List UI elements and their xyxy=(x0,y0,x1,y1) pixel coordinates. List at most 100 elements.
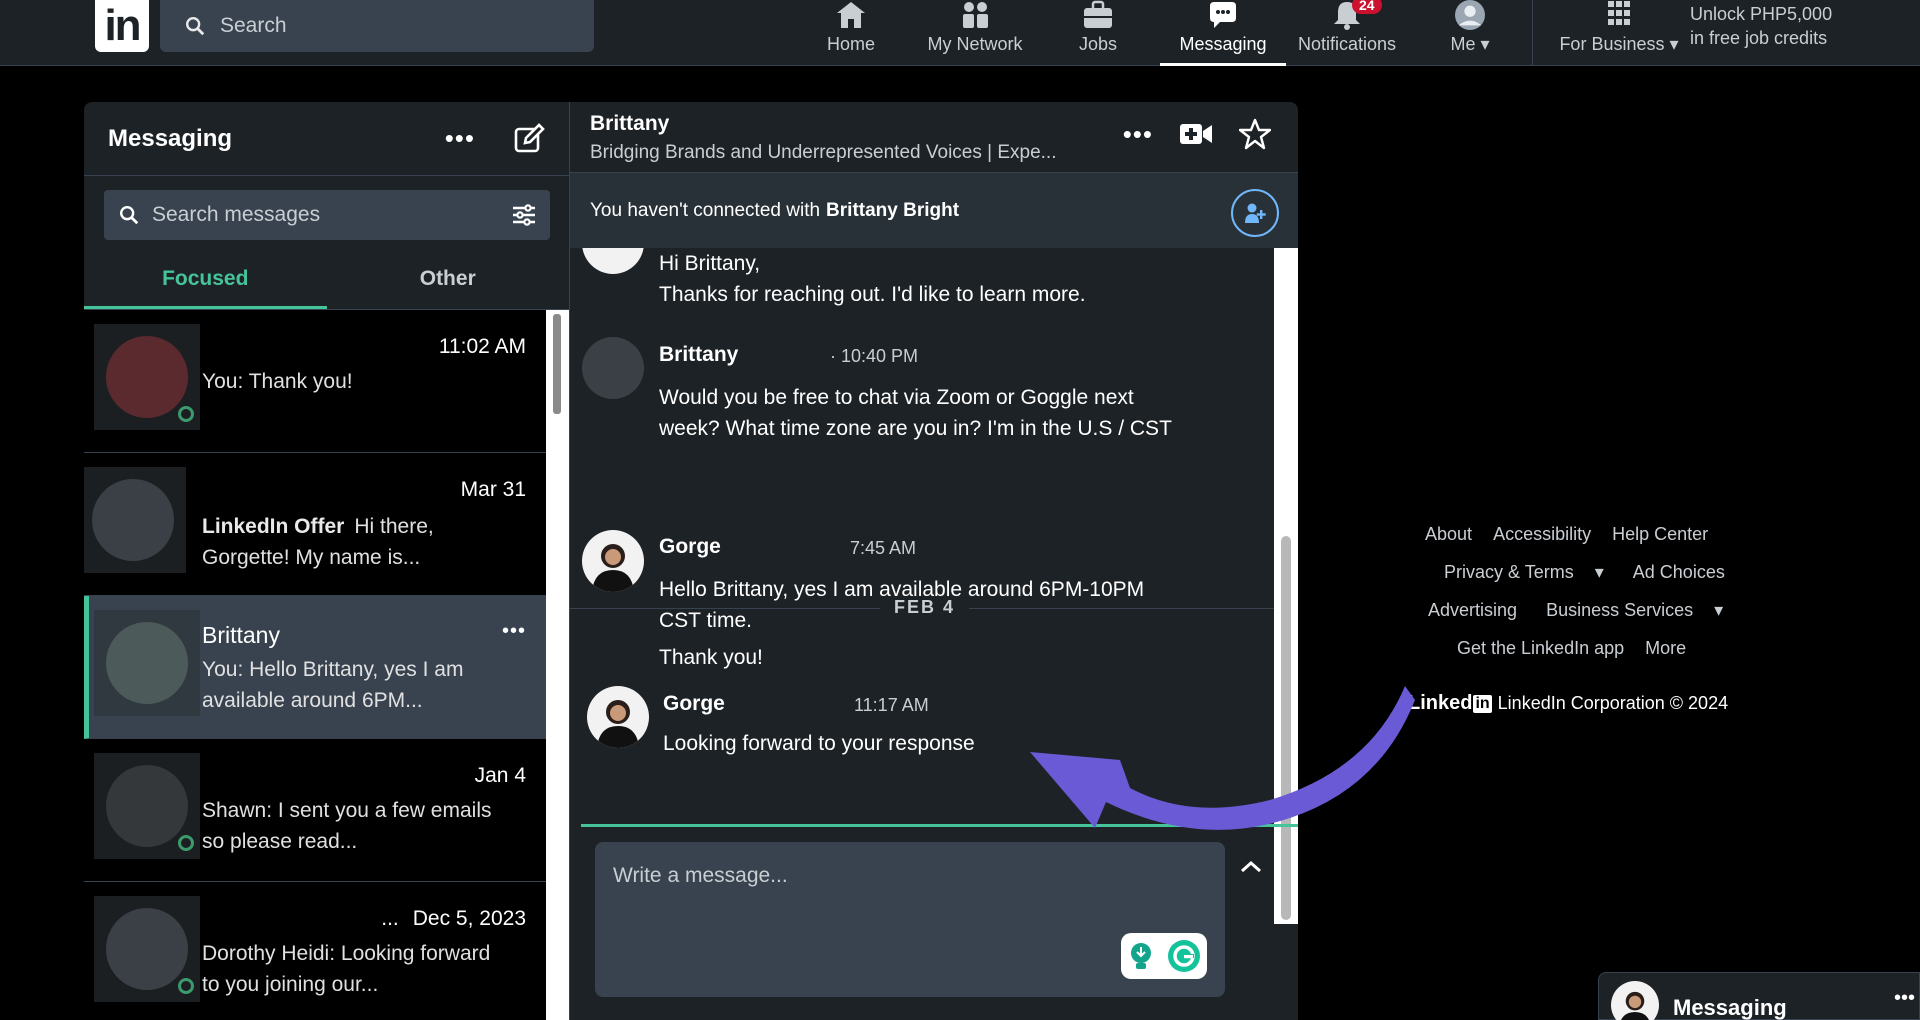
grammarly-icon xyxy=(1168,940,1200,972)
linkedin-wordmark-box: in xyxy=(1473,694,1492,713)
conversation-list-scrollbar[interactable] xyxy=(546,310,569,1020)
footer-link-privacy-terms[interactable]: Privacy & Terms ▾ xyxy=(1436,562,1612,582)
online-status-icon xyxy=(178,835,194,851)
conversation-snippet: Shawn: I sent you a few emails so please… xyxy=(202,799,492,853)
footer-link-help-center[interactable]: Help Center xyxy=(1612,524,1708,544)
conversation-time: Jan 4 xyxy=(474,764,526,787)
conversation-name: Brittany xyxy=(202,622,280,648)
footer-link-advertising[interactable]: Advertising xyxy=(1428,600,1517,620)
minimized-messaging-bar[interactable]: Messaging ••• xyxy=(1598,972,1920,1020)
copyright-text: LinkedIn Corporation © 2024 xyxy=(1497,693,1729,713)
conversation-options-icon[interactable]: ••• xyxy=(502,620,526,643)
nav-label-home: Home xyxy=(826,34,875,54)
messaging-header: Messaging ••• xyxy=(84,102,569,176)
profile-avatar-icon xyxy=(1455,0,1485,30)
message-compose-box[interactable] xyxy=(595,842,1225,997)
nav-label-jobs: Jobs xyxy=(1078,34,1118,54)
search-icon xyxy=(186,17,205,36)
nav-divider xyxy=(1532,0,1533,66)
thread-scroll-thumb[interactable] xyxy=(1281,536,1291,920)
messaging-icon xyxy=(1210,2,1236,28)
messaging-title: Messaging xyxy=(108,124,233,152)
conversation-list: 11:02 AM You: Thank you! Mar 31 LinkedIn… xyxy=(84,310,546,1020)
linkedin-wordmark: Linked xyxy=(1408,692,1473,714)
conversation-item-selected[interactable]: Brittany ••• You: Hello Brittany, yes I … xyxy=(84,596,546,739)
star-icon[interactable] xyxy=(1239,118,1271,150)
sponsored-label: LinkedIn Offer xyxy=(202,515,345,538)
nav-label-me: Me ▾ xyxy=(1450,34,1490,54)
conversation-snippet: Dorothy Heidi: Looking forward to you jo… xyxy=(202,942,491,996)
compose-focus-indicator xyxy=(581,824,1298,827)
connection-banner: You haven't connected with Brittany Brig… xyxy=(570,172,1298,248)
more-options-icon[interactable]: ••• xyxy=(1894,987,1915,1010)
nav-item-my-network[interactable]: My Network xyxy=(918,0,1032,66)
chevron-down-icon: ▾ xyxy=(1669,34,1679,54)
conversation-item[interactable]: Mar 31 LinkedIn Offer Hi there, Gorgette!… xyxy=(84,453,546,596)
nav-label-notifications: Notifications xyxy=(1297,34,1397,54)
tab-other[interactable]: Other xyxy=(327,252,570,309)
more-options-icon[interactable]: ••• xyxy=(445,123,475,154)
message-sender-name[interactable]: Gorge xyxy=(663,692,725,716)
conversation-snippet: LinkedIn Offer Hi there, Gorgette! My nam… xyxy=(202,515,434,569)
conversation-snippet: You: Thank you! xyxy=(202,370,353,393)
message-text: Looking forward to your response xyxy=(663,732,975,755)
nav-item-notifications[interactable]: 24 Notifications xyxy=(1290,0,1404,66)
conversation-snippet: You: Hello Brittany, yes I am available … xyxy=(202,658,464,712)
search-icon xyxy=(120,206,139,225)
mini-messaging-title: Messaging xyxy=(1673,995,1787,1020)
footer-copyright: Linked in LinkedIn Corporation © 2024 xyxy=(1408,692,1728,715)
sender-avatar xyxy=(582,248,644,274)
nav-label-messaging: Messaging xyxy=(1179,34,1267,54)
message-sender-name[interactable]: Brittany xyxy=(659,343,738,367)
footer-link-ad-choices[interactable]: Ad Choices xyxy=(1633,562,1725,582)
sender-avatar xyxy=(582,530,644,592)
lightbulb-icon xyxy=(1131,943,1151,969)
footer-link-about[interactable]: About xyxy=(1425,524,1472,544)
footer-link-more[interactable]: More xyxy=(1645,638,1686,658)
footer-link-business-services[interactable]: Business Services ▾ xyxy=(1538,600,1731,620)
global-search-input[interactable]: Search xyxy=(160,0,594,52)
message-sender-name[interactable]: Gorge xyxy=(659,535,721,559)
message-input[interactable] xyxy=(613,858,1193,894)
compose-icon[interactable] xyxy=(513,122,545,155)
nav-item-home[interactable]: Home xyxy=(820,0,882,66)
connect-button[interactable] xyxy=(1231,189,1279,237)
own-avatar xyxy=(1611,981,1659,1020)
notifications-count-badge: 24 xyxy=(1352,0,1382,14)
nav-item-jobs[interactable]: Jobs xyxy=(1070,0,1126,66)
footer-link-get-app[interactable]: Get the LinkedIn app xyxy=(1457,638,1624,658)
nav-label-for-business: For Business ▾ xyxy=(1559,34,1679,54)
message-text: Thanks for reaching out. I'd like to lea… xyxy=(659,283,1086,306)
video-call-icon[interactable] xyxy=(1179,121,1213,147)
nav-item-messaging[interactable]: Messaging xyxy=(1160,0,1286,66)
briefcase-icon xyxy=(1084,0,1112,28)
top-navigation-bar: in Search Home My Network Jobs Messaging… xyxy=(0,0,1920,66)
inbox-tabs: Focused Other xyxy=(84,252,569,310)
message-text: Thank you! xyxy=(659,646,763,669)
chevron-up-icon[interactable] xyxy=(1238,858,1264,876)
message-text: Would you be free to chat via Zoom or Go… xyxy=(659,386,1172,440)
nav-label-my-network: My Network xyxy=(927,34,1023,54)
grammarly-widget[interactable] xyxy=(1121,933,1207,979)
online-status-icon xyxy=(178,406,194,422)
linkedin-logo[interactable]: in xyxy=(95,0,149,52)
filter-icon[interactable] xyxy=(512,204,536,226)
conversation-item[interactable]: Jan 4 Shawn: I sent you a few emails so … xyxy=(84,739,546,882)
conversation-item[interactable]: 11:02 AM You: Thank you! xyxy=(84,310,546,453)
conversation-time: 11:02 AM xyxy=(438,335,526,358)
online-status-icon xyxy=(178,978,194,994)
nav-item-for-business[interactable]: For Business ▾ xyxy=(1548,0,1690,66)
nav-item-me[interactable]: Me ▾ xyxy=(1440,0,1500,66)
message-text: Hi Brittany, xyxy=(659,252,761,275)
footer-link-accessibility[interactable]: Accessibility xyxy=(1493,524,1591,544)
more-options-icon[interactable]: ••• xyxy=(1123,119,1153,150)
job-credits-promo-link[interactable]: Unlock PHP5,000 in free job credits xyxy=(1690,2,1832,50)
add-person-icon xyxy=(1245,203,1266,223)
tab-focused[interactable]: Focused xyxy=(84,252,327,309)
message-thread: Hi Brittany, Thanks for reaching out. I'… xyxy=(570,248,1274,924)
conversation-list-scroll-thumb[interactable] xyxy=(553,314,561,414)
conversation-item[interactable]: ... Dec 5, 2023 Dorothy Heidi: Looking fo… xyxy=(84,882,546,1020)
message-text: Hello Brittany, yes I am available aroun… xyxy=(659,578,1145,632)
message-search-input[interactable]: Search messages xyxy=(104,190,550,240)
banner-contact-name: Brittany Bright xyxy=(826,199,960,221)
